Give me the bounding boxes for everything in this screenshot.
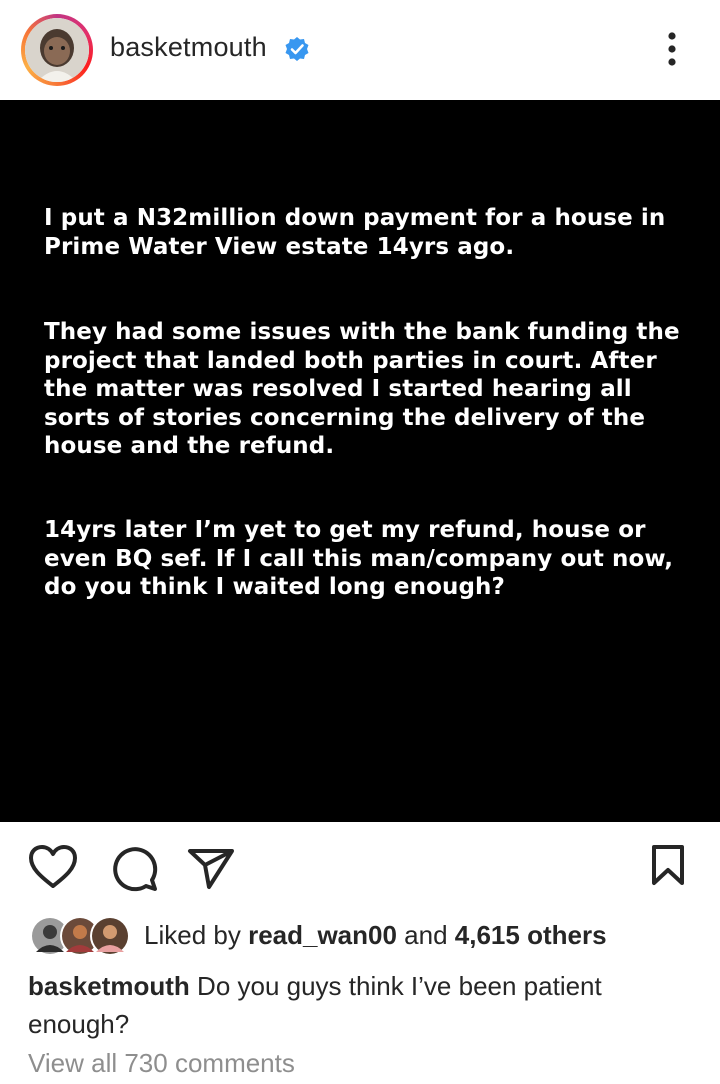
post-paragraph-2: They had some issues with the bank fundi… — [44, 319, 680, 459]
post-paragraph-1: I put a N32million down payment for a ho… — [44, 205, 666, 260]
share-icon[interactable] — [186, 846, 236, 890]
more-options-icon[interactable] — [660, 30, 684, 70]
post-image[interactable]: I put a N32million down payment for a ho… — [0, 100, 720, 822]
likes-count[interactable]: 4,615 others — [455, 920, 607, 950]
likers-avatars[interactable] — [28, 914, 134, 958]
avatar[interactable] — [25, 18, 89, 82]
likes-prefix: Liked by — [144, 920, 249, 950]
liker-username[interactable]: read_wan00 — [248, 920, 397, 950]
header-username[interactable]: basketmouth — [110, 32, 267, 63]
likes-summary[interactable]: Liked by read_wan00 and 4,615 others — [144, 920, 607, 951]
post-paragraph-3: 14yrs later I’m yet to get my refund, ho… — [44, 517, 674, 600]
heart-icon[interactable] — [28, 844, 78, 890]
post-header: basketmouth — [0, 0, 720, 100]
story-ring[interactable] — [21, 14, 93, 86]
comment-icon[interactable] — [108, 844, 158, 892]
caption-username[interactable]: basketmouth — [28, 971, 190, 1001]
view-comments-link[interactable]: View all 730 comments — [28, 1048, 295, 1079]
post-caption: basketmouth Do you guys think I’ve been … — [28, 967, 688, 1043]
bookmark-icon[interactable] — [650, 844, 686, 886]
likes-middle: and — [396, 920, 455, 950]
verified-badge-icon — [285, 37, 309, 61]
